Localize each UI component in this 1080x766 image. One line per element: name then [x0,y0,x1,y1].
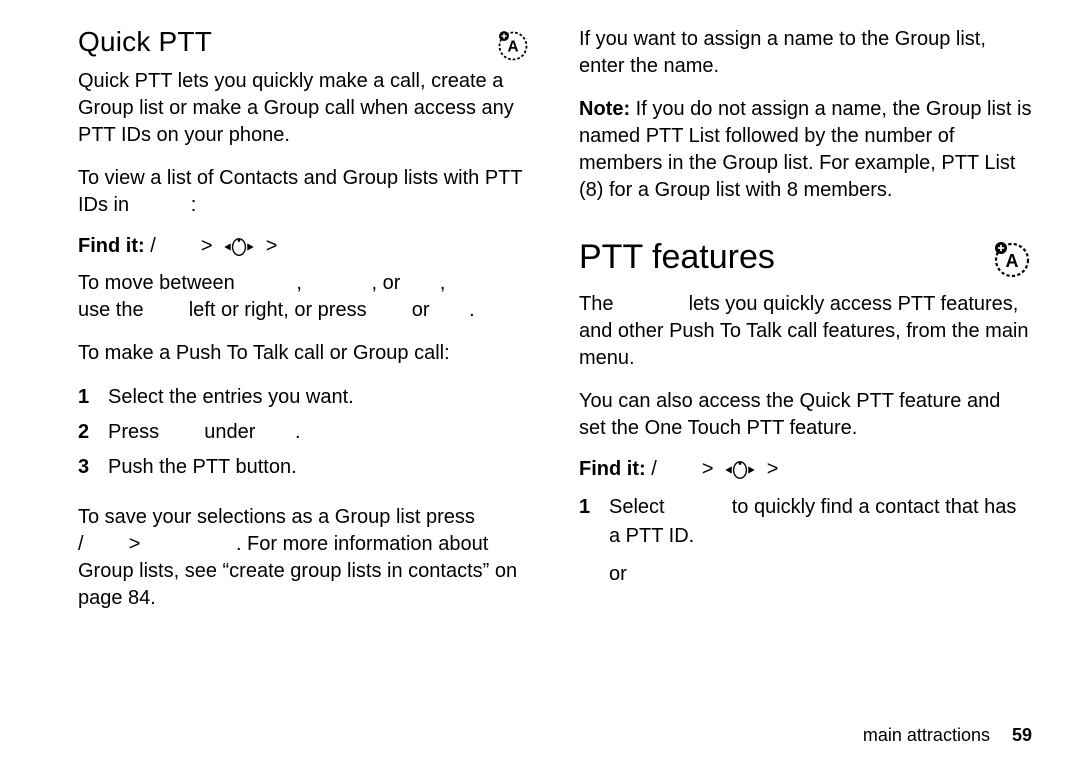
find-it-chevron: > [767,458,779,480]
text: . [469,299,475,321]
text: left or right, or press [189,299,367,321]
two-column-layout: Quick PTT A Quick PTT lets you quickly m… [78,26,1032,718]
step-text: Select the entries you want. [108,383,354,412]
feature-badge-icon: A [992,240,1032,280]
find-it-line-2: Find it: / > > [579,458,1032,481]
step-3: Push the PTT button. [78,453,531,482]
text: , [296,272,302,294]
note-body: If you do not assign a name, the Group l… [579,98,1031,201]
text: / [78,533,84,555]
text: under [204,421,255,443]
text: to quickly find a contact that has a PTT… [609,496,1016,547]
quick-ptt-heading-row: Quick PTT A [78,26,531,68]
text: . For more information about Group lists… [78,533,517,609]
find-it-label: Find it: [78,235,145,257]
text: , [440,272,446,294]
find-it-chevron: > [201,235,213,257]
find-it-slash: / [651,458,657,480]
right-column: If you want to assign a name to the Grou… [579,26,1032,718]
note-paragraph: Note: If you do not assign a name, the G… [579,96,1032,204]
document-page: Quick PTT A Quick PTT lets you quickly m… [0,0,1080,766]
svg-text:A: A [1006,251,1019,271]
quick-ptt-heading: Quick PTT [78,26,212,58]
text: To save your selections as a Group list … [78,506,475,528]
text: To view a list of Contacts and Group lis… [78,167,522,216]
step-1: Select to quickly find a contact that ha… [579,493,1032,551]
find-it-chevron: > [266,235,278,257]
find-it-label: Find it: [579,458,646,480]
feature-badge-icon: A [495,28,531,64]
text: To move between [78,272,235,294]
or-text: or [609,563,1032,586]
step-text: Press under . [108,418,301,447]
assign-name: If you want to assign a name to the Grou… [579,26,1032,80]
text: . [295,421,301,443]
text: Select [609,496,665,518]
ptt-features-steps: Select to quickly find a contact that ha… [579,493,1032,557]
find-it-chevron: > [702,458,714,480]
page-footer: main attractions 59 [78,718,1032,746]
page-number: 59 [1012,725,1032,746]
step-text: Select to quickly find a contact that ha… [609,493,1032,551]
save-group-list: To save your selections as a Group list … [78,504,531,612]
text: or [412,299,430,321]
ptt-features-heading-row: PTT features A [579,238,1032,291]
text: lets you quickly access PTT features, an… [579,293,1029,369]
step-1: Select the entries you want. [78,383,531,412]
text: , or [371,272,400,294]
step-2: Press under . [78,418,531,447]
find-it-line-1: Find it: / > > [78,235,531,258]
make-call-intro: To make a Push To Talk call or Group cal… [78,340,531,367]
text: Press [108,421,159,443]
nav-icon [218,235,266,257]
ptt-features-heading: PTT features [579,238,775,277]
step-text: Push the PTT button. [108,453,297,482]
left-column: Quick PTT A Quick PTT lets you quickly m… [78,26,531,718]
svg-text:A: A [507,38,518,55]
text: > [129,533,141,555]
make-call-steps: Select the entries you want. Press under… [78,383,531,488]
quick-ptt-view-list: To view a list of Contacts and Group lis… [78,165,531,219]
text: use the [78,299,144,321]
quick-ptt-intro: Quick PTT lets you quickly make a call, … [78,68,531,149]
nav-icon [719,458,767,480]
text: The [579,293,613,315]
note-label: Note: [579,98,630,120]
move-between: To move between , , or , use the left or… [78,270,531,324]
ptt-features-also: You can also access the Quick PTT featur… [579,388,1032,442]
text: : [191,194,197,216]
ptt-features-intro: The lets you quickly access PTT features… [579,291,1032,372]
find-it-slash: / [150,235,156,257]
footer-section: main attractions [863,725,990,746]
